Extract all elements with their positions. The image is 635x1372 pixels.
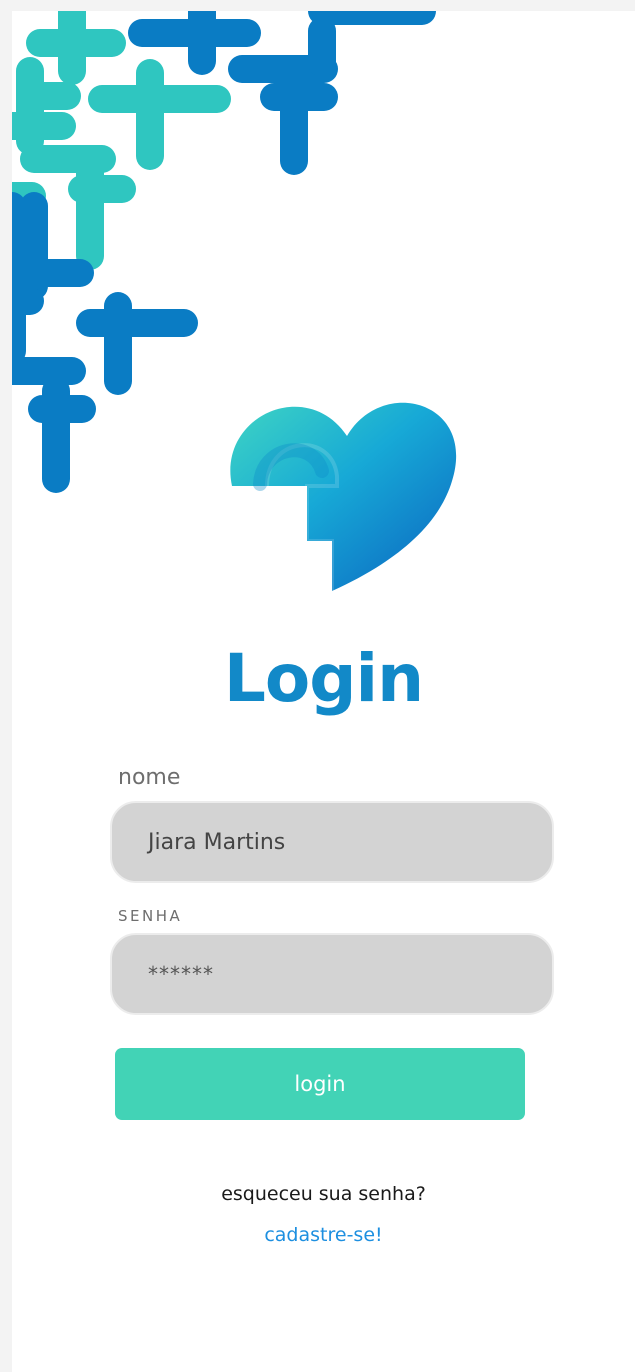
password-label: SENHA [118,907,183,925]
login-screen: Login nome Jiara Martins SENHA ****** lo… [12,11,635,1372]
login-button[interactable]: login [115,1048,525,1120]
name-label: nome [118,765,181,790]
heart-cross-logo-icon [230,402,457,591]
login-button-label: login [294,1072,346,1096]
forgot-password-link[interactable]: esqueceu sua senha? [12,1183,635,1205]
password-input[interactable]: ****** [110,933,554,1015]
name-input-value: Jiara Martins [148,829,286,855]
password-input-value: ****** [148,962,214,986]
page-title: Login [223,640,424,717]
signup-link[interactable]: cadastre-se! [12,1224,635,1246]
name-input[interactable]: Jiara Martins [110,801,554,883]
